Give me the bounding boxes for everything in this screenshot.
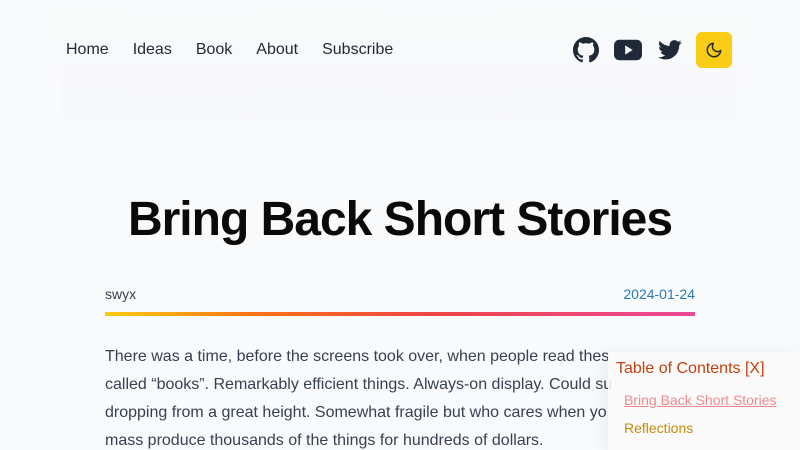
gradient-divider: [105, 312, 695, 316]
twitter-icon[interactable]: [656, 36, 684, 64]
body-line: There was a time, before the screens too…: [105, 348, 610, 365]
youtube-icon[interactable]: [614, 36, 642, 64]
page: Home Ideas Book About Subscribe Bring Ba…: [0, 0, 800, 450]
post-date: 2024-01-24: [623, 286, 695, 302]
toc-toggle[interactable]: Table of Contents [X]: [616, 360, 765, 378]
post-body: There was a time, before the screens too…: [105, 343, 695, 450]
table-of-contents: Table of Contents [X] Bring Back Short S…: [608, 352, 800, 450]
body-line: called “books”. Remarkably efficient thi…: [105, 376, 613, 393]
nav-link-subscribe[interactable]: Subscribe: [322, 40, 393, 60]
body-line: dropping from a great height. Somewhat f…: [105, 404, 607, 421]
body-line: mass produce thousands of the things for…: [105, 432, 544, 449]
nav-link-ideas[interactable]: Ideas: [133, 40, 172, 60]
nav-link-about[interactable]: About: [256, 40, 298, 60]
post-author: swyx: [105, 286, 137, 302]
nav-link-home[interactable]: Home: [66, 40, 109, 60]
github-icon[interactable]: [572, 36, 600, 64]
social-links: [572, 32, 732, 68]
main-nav: Home Ideas Book About Subscribe: [66, 40, 393, 60]
nav-link-book[interactable]: Book: [196, 40, 232, 60]
toc-item-reflections[interactable]: Reflections: [624, 420, 693, 436]
theme-toggle-button[interactable]: [696, 32, 732, 68]
moon-icon: [706, 42, 722, 58]
toc-item-bring-back-short-stories[interactable]: Bring Back Short Stories: [624, 392, 777, 408]
post-title: Bring Back Short Stories: [127, 193, 673, 246]
